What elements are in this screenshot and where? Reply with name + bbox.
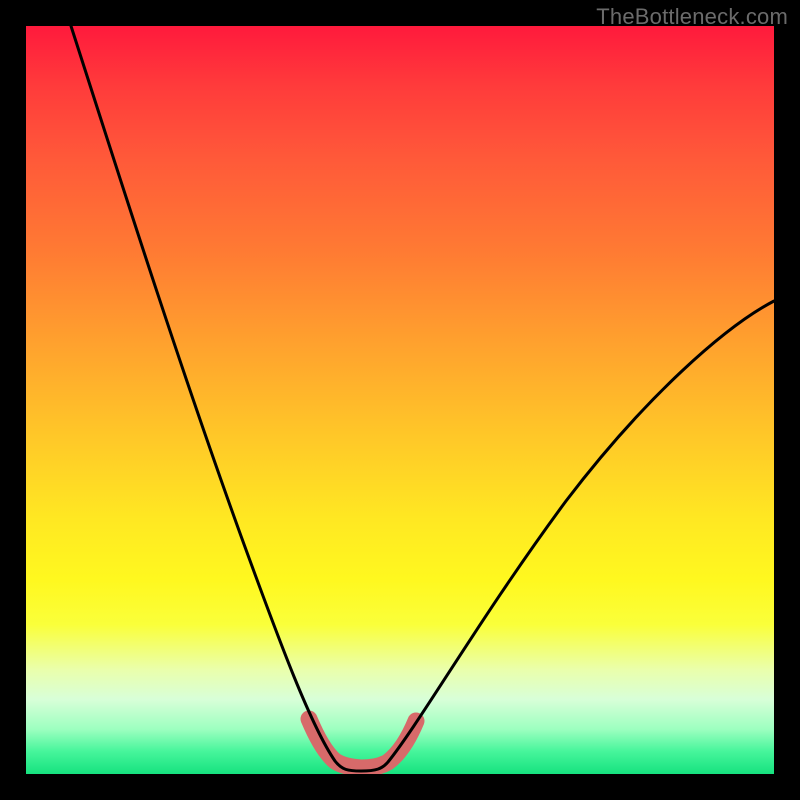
chart-plot-area [26,26,774,774]
watermark-text: TheBottleneck.com [596,4,788,30]
chart-curves [26,26,774,774]
curve-right-branch [361,301,774,771]
curve-left-branch [71,26,361,771]
chart-frame: TheBottleneck.com [0,0,800,800]
